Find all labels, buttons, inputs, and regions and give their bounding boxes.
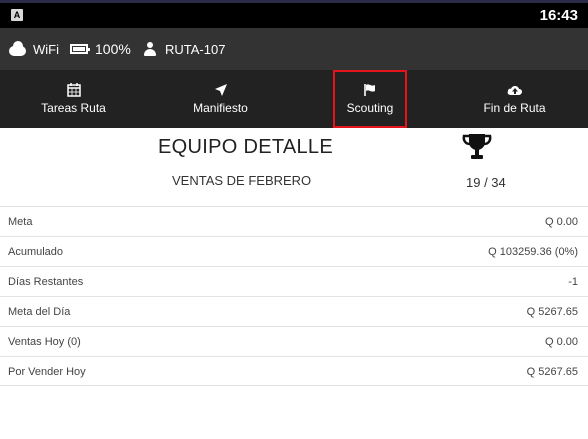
row-label: Por Vender Hoy [8,366,86,378]
trophy-icon [462,134,492,159]
tab-bar: Tareas Ruta Manifiesto Scouting Fin de R… [0,70,588,128]
tab-manifiesto[interactable]: Manifiesto [147,70,294,128]
app-notification-icon: A [11,9,23,21]
list-item: Meta del Día Q 5267.65 [0,296,588,326]
row-value: Q 103259.36 (0%) [488,246,578,258]
battery-status: 100% [70,28,131,70]
route-status: RUTA-107 [144,28,225,70]
list-item: Por Vender Hoy Q 5267.65 [0,356,588,386]
flag-icon [364,84,375,96]
row-label: Acumulado [8,246,64,258]
row-label: Meta del Día [8,306,71,318]
row-value: -1 [568,276,578,288]
calendar-icon [66,83,81,97]
tab-scouting-label: Scouting [346,101,394,115]
sales-period-label: VENTAS DE FEBRERO [172,173,312,188]
battery-icon [70,44,90,54]
clock: 16:43 [539,7,578,24]
navigation-arrow-icon [214,84,227,96]
team-rank: 19 / 34 [466,175,506,190]
row-value: Q 0.00 [544,216,578,228]
page-title: EQUIPO DETALLE [158,136,333,158]
list-item: Meta Q 0.00 [0,206,588,236]
row-label: Ventas Hoy (0) [8,336,81,348]
cloud-upload-icon [507,86,522,95]
row-label: Días Restantes [8,276,84,288]
row-label: Meta [8,216,33,228]
team-detail-header: EQUIPO DETALLE VENTAS DE FEBRERO 19 / 34 [0,128,588,206]
row-value: Q 5267.65 [526,306,578,318]
list-item: Acumulado Q 103259.36 (0%) [0,236,588,266]
tab-fin-de-ruta[interactable]: Fin de Ruta [441,70,588,128]
row-value: Q 5267.65 [526,366,578,378]
battery-label: 100% [95,41,131,57]
system-status-bar: A 16:43 [0,3,588,28]
tab-tareas-ruta[interactable]: Tareas Ruta [0,70,147,128]
tab-scouting[interactable]: Scouting [333,70,407,128]
tab-tareas-ruta-label: Tareas Ruta [41,101,106,115]
tab-fin-de-ruta-label: Fin de Ruta [483,101,546,115]
detail-list: Meta Q 0.00 Acumulado Q 103259.36 (0%) D… [0,206,588,386]
network-status: WiFi [9,28,59,70]
network-label: WiFi [33,41,59,57]
cloud-icon [9,41,26,56]
user-icon [144,42,156,56]
tab-manifiesto-label: Manifiesto [193,101,248,115]
list-item: Ventas Hoy (0) Q 0.00 [0,326,588,356]
route-label: RUTA-107 [165,41,226,57]
row-value: Q 0.00 [544,336,578,348]
list-item: Días Restantes -1 [0,266,588,296]
info-bar: WiFi 100% RUTA-107 [0,28,588,70]
